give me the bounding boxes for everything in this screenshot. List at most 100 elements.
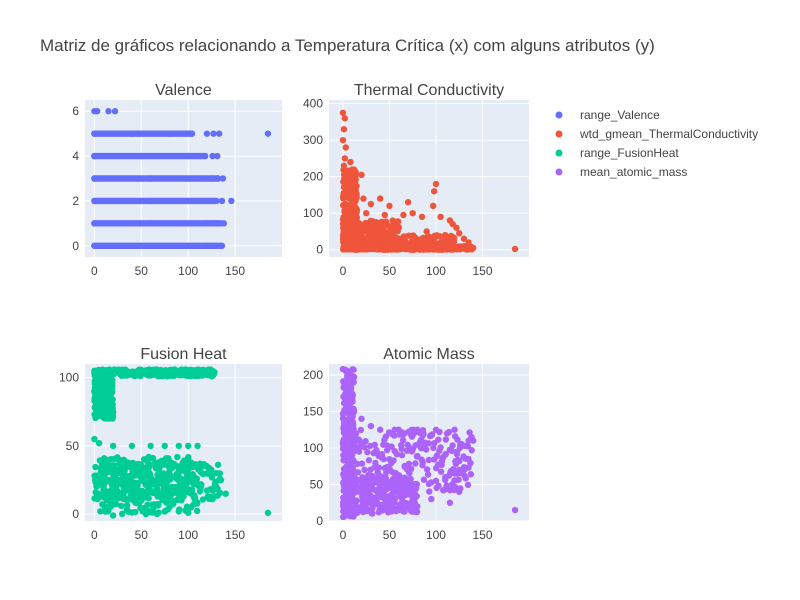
data-point bbox=[460, 466, 468, 474]
data-point bbox=[100, 492, 108, 499]
legend-label: range_FusionHeat bbox=[580, 146, 679, 160]
legend-item[interactable]: wtd_gmean_ThermalConductivity bbox=[555, 127, 759, 141]
data-point bbox=[155, 478, 162, 485]
data-point bbox=[353, 497, 360, 504]
data-point bbox=[393, 450, 401, 458]
data-point bbox=[173, 368, 181, 375]
data-point bbox=[219, 175, 227, 182]
data-point bbox=[120, 369, 127, 376]
y-tick-label: 400 bbox=[303, 97, 323, 111]
data-point bbox=[404, 476, 411, 483]
data-point bbox=[437, 468, 445, 475]
data-point bbox=[199, 496, 207, 503]
y-tick-label: 150 bbox=[303, 404, 323, 418]
data-point bbox=[349, 244, 356, 252]
figure: Matriz de gráficos relacionando a Temper… bbox=[0, 0, 800, 600]
data-point bbox=[432, 426, 440, 433]
data-point bbox=[128, 130, 136, 137]
legend: range_Valence wtd_gmean_ThermalConductivi… bbox=[555, 108, 759, 179]
data-point bbox=[341, 155, 349, 162]
data-point bbox=[405, 491, 413, 498]
data-point bbox=[120, 489, 128, 497]
data-point bbox=[345, 400, 352, 408]
data-point bbox=[469, 244, 477, 252]
x-tick-label: 50 bbox=[383, 528, 397, 542]
legend-item[interactable]: range_FusionHeat bbox=[555, 146, 680, 160]
data-point bbox=[218, 197, 226, 205]
data-point bbox=[350, 408, 358, 415]
data-point bbox=[163, 476, 170, 483]
data-point bbox=[92, 410, 100, 417]
data-point bbox=[104, 508, 112, 515]
data-point bbox=[432, 477, 440, 485]
subplots: 0 50 100 150 0 2 4 6 Valence 0 50 100 150 0 100 200 300 4… bbox=[59, 82, 529, 542]
legend-item[interactable]: range_Valence bbox=[555, 108, 661, 122]
data-point bbox=[170, 484, 177, 492]
subplot-title: Atomic Mass bbox=[383, 346, 475, 363]
x-tick-label: 0 bbox=[340, 264, 347, 278]
data-point bbox=[426, 488, 433, 495]
data-point bbox=[150, 370, 157, 378]
data-point bbox=[217, 476, 225, 484]
data-point bbox=[165, 463, 172, 470]
data-point bbox=[111, 108, 119, 115]
data-point bbox=[228, 197, 235, 205]
data-point bbox=[199, 368, 206, 376]
data-point bbox=[341, 115, 349, 122]
data-point bbox=[360, 195, 367, 202]
subplot-2: 0 50 100 150 0 100 200 300 400 Thermal Conductivi… bbox=[303, 82, 529, 278]
data-point bbox=[443, 430, 451, 437]
data-point bbox=[214, 461, 222, 468]
data-point bbox=[91, 388, 98, 395]
data-point bbox=[210, 197, 217, 205]
data-point bbox=[405, 460, 413, 467]
data-point bbox=[355, 448, 363, 455]
data-point bbox=[428, 495, 435, 503]
data-point bbox=[384, 493, 391, 501]
legend-item[interactable]: mean_atomic_mass bbox=[555, 165, 688, 179]
data-point bbox=[218, 242, 226, 249]
data-point bbox=[395, 506, 402, 514]
data-point bbox=[105, 415, 112, 422]
data-point bbox=[350, 199, 358, 206]
data-point bbox=[400, 499, 408, 506]
data-point bbox=[381, 436, 388, 444]
y-tick-label: 50 bbox=[310, 477, 324, 491]
data-point bbox=[358, 460, 366, 467]
data-point bbox=[161, 442, 168, 450]
data-point bbox=[423, 228, 430, 235]
data-point bbox=[358, 231, 365, 239]
chart-matrix: Matriz de gráficos relacionando a Temper… bbox=[40, 36, 759, 542]
data-point bbox=[92, 489, 99, 496]
data-point bbox=[341, 439, 348, 447]
data-point bbox=[160, 489, 168, 497]
y-tick-label: 200 bbox=[303, 170, 323, 184]
y-tick-label: 50 bbox=[66, 439, 80, 453]
data-point bbox=[352, 233, 359, 241]
data-point bbox=[412, 484, 420, 491]
data-point bbox=[455, 476, 462, 483]
data-point bbox=[211, 493, 218, 500]
data-point bbox=[347, 502, 355, 509]
y-tick-label: 300 bbox=[303, 133, 323, 147]
data-point bbox=[108, 385, 115, 392]
data-point bbox=[395, 475, 402, 482]
data-point bbox=[344, 457, 351, 465]
data-point bbox=[424, 471, 432, 478]
data-point bbox=[414, 239, 421, 246]
data-point bbox=[220, 220, 228, 227]
data-point bbox=[138, 242, 145, 249]
data-point bbox=[414, 426, 421, 433]
data-point bbox=[446, 499, 454, 506]
data-point bbox=[418, 456, 425, 463]
x-tick-label: 0 bbox=[91, 528, 98, 542]
data-point bbox=[419, 432, 426, 440]
data-point bbox=[93, 108, 101, 115]
data-point bbox=[419, 462, 426, 469]
data-point bbox=[416, 439, 424, 446]
data-point bbox=[511, 506, 519, 514]
data-point bbox=[435, 436, 442, 443]
data-point bbox=[456, 488, 463, 495]
data-point bbox=[149, 509, 156, 516]
subplot-1: 0 50 100 150 0 2 4 6 Valence bbox=[72, 82, 282, 278]
